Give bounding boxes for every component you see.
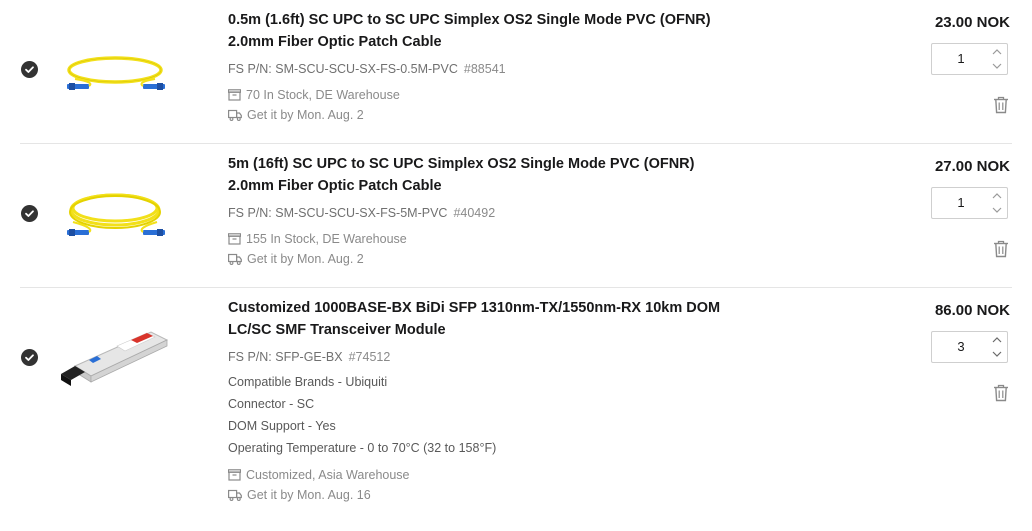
cart-item: 0.5m (1.6ft) SC UPC to SC UPC Simplex OS… (0, 0, 1032, 143)
trash-icon[interactable] (993, 96, 1009, 114)
cart-item: 5m (16ft) SC UPC to SC UPC Simplex OS2 S… (0, 144, 1032, 287)
trash-icon[interactable] (993, 384, 1009, 402)
product-image[interactable] (55, 32, 175, 112)
stock-text: 70 In Stock, DE Warehouse (246, 88, 400, 102)
chevron-down-icon[interactable] (989, 59, 1005, 73)
truck-icon (228, 253, 242, 265)
product-image[interactable] (55, 172, 175, 252)
chevron-down-icon[interactable] (989, 347, 1005, 361)
stock-info: Customized, Asia Warehouse (228, 468, 410, 482)
product-title[interactable]: 0.5m (1.6ft) SC UPC to SC UPC Simplex OS… (228, 9, 728, 53)
product-id: #40492 (453, 206, 496, 220)
quantity-stepper[interactable]: 3 (931, 331, 1008, 363)
item-price: 23.00 NOK (934, 14, 1010, 31)
quantity-value[interactable]: 1 (932, 188, 990, 218)
quantity-stepper[interactable]: 1 (931, 43, 1008, 75)
delivery-info: Get it by Mon. Aug. 16 (228, 488, 371, 502)
check-circle-icon[interactable] (21, 349, 38, 366)
product-title[interactable]: Customized 1000BASE-BX BiDi SFP 1310nm-T… (228, 297, 728, 341)
product-id: #74512 (348, 350, 391, 364)
part-number-label: FS P/N: SFP-GE-BX (228, 350, 343, 364)
quantity-value[interactable]: 3 (932, 332, 990, 362)
check-circle-icon[interactable] (21, 61, 38, 78)
part-number-label: FS P/N: SM-SCU-SCU-SX-FS-0.5M-PVC (228, 62, 458, 76)
stock-text: Customized, Asia Warehouse (246, 468, 410, 482)
truck-icon (228, 489, 242, 501)
quantity-value[interactable]: 1 (932, 44, 990, 74)
chevron-up-icon[interactable] (989, 45, 1005, 59)
stock-info: 70 In Stock, DE Warehouse (228, 88, 400, 102)
check-circle-icon[interactable] (21, 205, 38, 222)
product-attribute: DOM Support - Yes (228, 419, 336, 433)
cart-item: Customized 1000BASE-BX BiDi SFP 1310nm-T… (0, 288, 1032, 531)
delivery-text: Get it by Mon. Aug. 2 (247, 252, 364, 266)
chevron-up-icon[interactable] (989, 333, 1005, 347)
item-price: 86.00 NOK (934, 302, 1010, 319)
product-image[interactable] (55, 316, 175, 396)
delivery-info: Get it by Mon. Aug. 2 (228, 252, 364, 266)
product-id: #88541 (463, 62, 506, 76)
trash-icon[interactable] (993, 240, 1009, 258)
stock-info: 155 In Stock, DE Warehouse (228, 232, 407, 246)
product-attribute: Connector - SC (228, 397, 315, 411)
product-attribute: Operating Temperature - 0 to 70°C (32 to… (228, 441, 497, 455)
product-title[interactable]: 5m (16ft) SC UPC to SC UPC Simplex OS2 S… (228, 153, 728, 197)
truck-icon (228, 109, 242, 121)
delivery-info: Get it by Mon. Aug. 2 (228, 108, 364, 122)
item-price: 27.00 NOK (934, 158, 1010, 175)
part-number-label: FS P/N: SM-SCU-SCU-SX-FS-5M-PVC (228, 206, 448, 220)
quantity-stepper[interactable]: 1 (931, 187, 1008, 219)
chevron-down-icon[interactable] (989, 203, 1005, 217)
warehouse-box-icon (228, 233, 241, 245)
part-number: FS P/N: SM-SCU-SCU-SX-FS-0.5M-PVC #88541 (228, 62, 506, 76)
product-attribute: Compatible Brands - Ubiquiti (228, 375, 388, 389)
warehouse-box-icon (228, 89, 241, 101)
chevron-up-icon[interactable] (989, 189, 1005, 203)
warehouse-box-icon (228, 469, 241, 481)
delivery-text: Get it by Mon. Aug. 16 (247, 488, 371, 502)
delivery-text: Get it by Mon. Aug. 2 (247, 108, 364, 122)
part-number: FS P/N: SFP-GE-BX #74512 (228, 350, 390, 364)
part-number: FS P/N: SM-SCU-SCU-SX-FS-5M-PVC #40492 (228, 206, 495, 220)
stock-text: 155 In Stock, DE Warehouse (246, 232, 407, 246)
